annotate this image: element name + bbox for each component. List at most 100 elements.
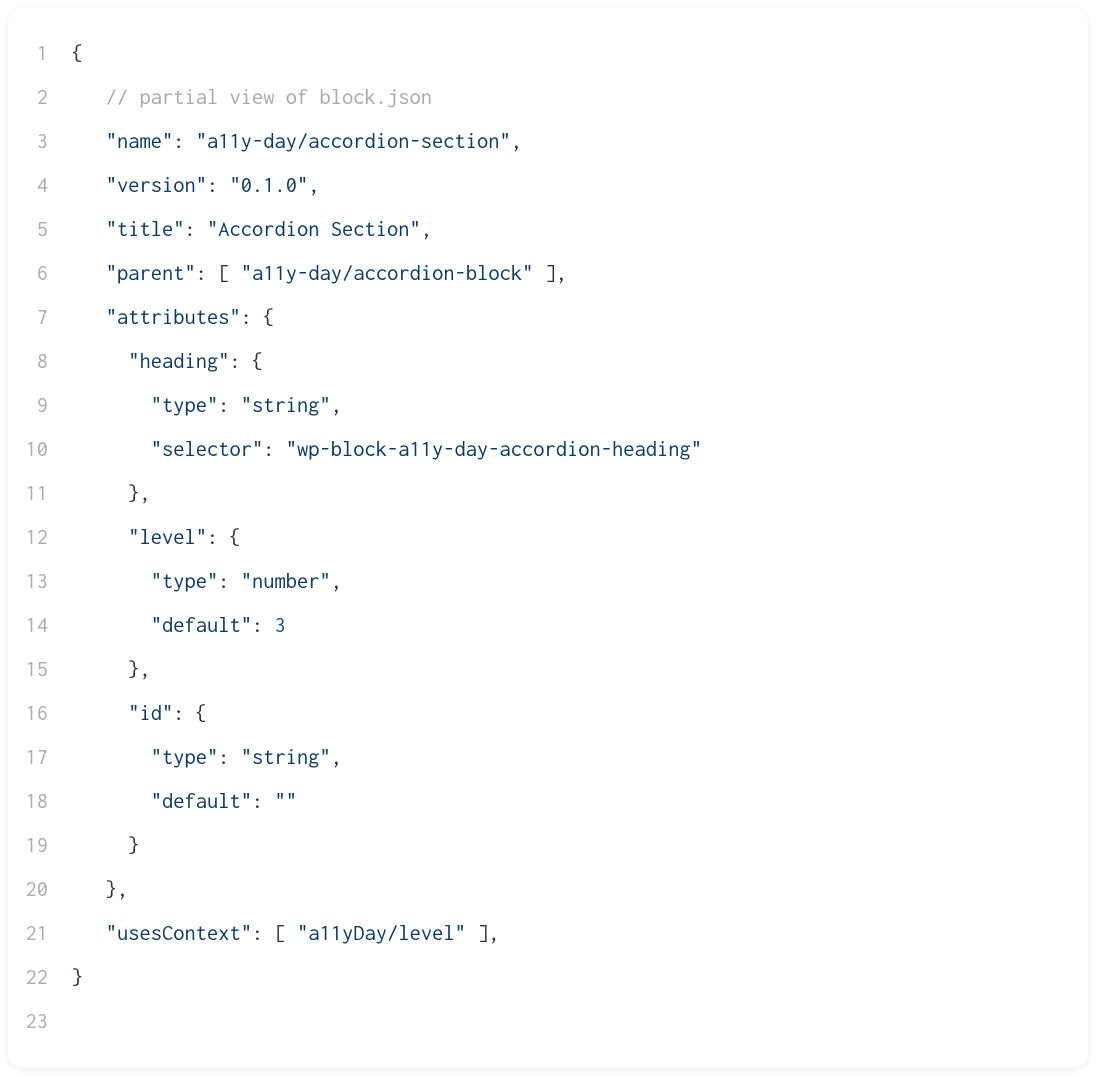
code-token: "level" — [128, 526, 207, 549]
code-token: { — [72, 42, 83, 65]
line-number: 10 — [24, 428, 72, 472]
code-token — [72, 878, 106, 901]
line-number: 5 — [24, 208, 72, 252]
code-token: } — [128, 834, 139, 857]
code-token: : { — [173, 702, 207, 725]
code-token: : — [218, 570, 241, 593]
code-content: "usesContext": [ "a11yDay/level" ], — [72, 912, 1072, 956]
code-token: }, — [128, 658, 151, 681]
code-line: 5 "title": "Accordion Section", — [24, 208, 1072, 252]
code-token: : { — [207, 526, 241, 549]
line-number: 13 — [24, 560, 72, 604]
code-token: , — [511, 130, 522, 153]
code-token — [72, 262, 106, 285]
code-token: , — [331, 394, 342, 417]
code-token: }, — [128, 482, 151, 505]
code-line: 19 } — [24, 824, 1072, 868]
code-block: 1{2 // partial view of block.json3 "name… — [8, 8, 1088, 1068]
code-content: "default": "" — [72, 780, 1072, 824]
code-token — [72, 526, 128, 549]
code-token — [72, 174, 106, 197]
line-number: 1 — [24, 32, 72, 76]
code-token: "type" — [151, 746, 219, 769]
code-token: , — [488, 922, 499, 945]
code-token: "parent" — [106, 262, 196, 285]
code-content: "name": "a11y-day/accordion-section", — [72, 120, 1072, 164]
code-line: 4 "version": "0.1.0", — [24, 164, 1072, 208]
code-token: ] — [466, 922, 489, 945]
line-number: 15 — [24, 648, 72, 692]
line-number: 11 — [24, 472, 72, 516]
code-token: "string" — [241, 746, 331, 769]
code-token: "Accordion Section" — [207, 218, 421, 241]
code-content: } — [72, 956, 1072, 1000]
code-token: 3 — [275, 614, 286, 637]
code-token: // partial view of block.json — [106, 86, 432, 109]
code-line: 18 "default": "" — [24, 780, 1072, 824]
code-token: "type" — [151, 570, 219, 593]
line-number: 20 — [24, 868, 72, 912]
code-token: }, — [106, 878, 129, 901]
code-content: "parent": [ "a11y-day/accordion-block" ]… — [72, 252, 1072, 296]
code-token — [72, 218, 106, 241]
code-line: 13 "type": "number", — [24, 560, 1072, 604]
code-token: : — [252, 790, 275, 813]
code-token: "title" — [106, 218, 185, 241]
code-line: 10 "selector": "wp-block-a11y-day-accord… — [24, 428, 1072, 472]
line-number: 22 — [24, 956, 72, 1000]
code-line: 12 "level": { — [24, 516, 1072, 560]
code-token: , — [331, 746, 342, 769]
code-content: "level": { — [72, 516, 1072, 560]
code-token: "heading" — [128, 350, 229, 373]
code-token — [72, 438, 151, 461]
code-token: "default" — [151, 790, 252, 813]
code-token — [72, 834, 128, 857]
code-token: : — [185, 218, 208, 241]
line-number: 8 — [24, 340, 72, 384]
line-number: 18 — [24, 780, 72, 824]
code-content: { — [72, 32, 1072, 76]
line-number: 23 — [24, 1000, 72, 1044]
code-token — [72, 394, 151, 417]
code-token — [72, 614, 151, 637]
code-content: } — [72, 824, 1072, 868]
code-token: , — [421, 218, 432, 241]
code-content: // partial view of block.json — [72, 76, 1072, 120]
code-token: "default" — [151, 614, 252, 637]
code-content: "type": "string", — [72, 736, 1072, 780]
code-token — [72, 306, 106, 329]
code-line: 3 "name": "a11y-day/accordion-section", — [24, 120, 1072, 164]
code-line: 6 "parent": [ "a11y-day/accordion-block"… — [24, 252, 1072, 296]
line-number: 19 — [24, 824, 72, 868]
code-content: "attributes": { — [72, 296, 1072, 340]
code-content: "version": "0.1.0", — [72, 164, 1072, 208]
code-token: "" — [275, 790, 298, 813]
line-number: 4 — [24, 164, 72, 208]
line-number: 21 — [24, 912, 72, 956]
code-content: }, — [72, 648, 1072, 692]
code-content: }, — [72, 472, 1072, 516]
code-token: "a11y-day/accordion-block" — [241, 262, 534, 285]
code-token: "string" — [241, 394, 331, 417]
code-token: [ — [275, 922, 298, 945]
code-token: "id" — [128, 702, 173, 725]
code-token: "a11yDay/level" — [297, 922, 466, 945]
code-token: : — [218, 394, 241, 417]
line-number: 17 — [24, 736, 72, 780]
code-token: : — [263, 438, 286, 461]
code-token: : { — [230, 350, 264, 373]
code-token: "version" — [106, 174, 207, 197]
code-token: "selector" — [151, 438, 264, 461]
code-token: : — [173, 130, 196, 153]
code-content: "type": "string", — [72, 384, 1072, 428]
line-number: 12 — [24, 516, 72, 560]
code-content: "title": "Accordion Section", — [72, 208, 1072, 252]
code-token — [72, 746, 151, 769]
code-token: "usesContext" — [106, 922, 252, 945]
code-token — [72, 702, 128, 725]
line-number: 7 — [24, 296, 72, 340]
code-token — [72, 86, 106, 109]
code-token: , — [308, 174, 319, 197]
code-token: : — [252, 922, 275, 945]
code-content: }, — [72, 868, 1072, 912]
